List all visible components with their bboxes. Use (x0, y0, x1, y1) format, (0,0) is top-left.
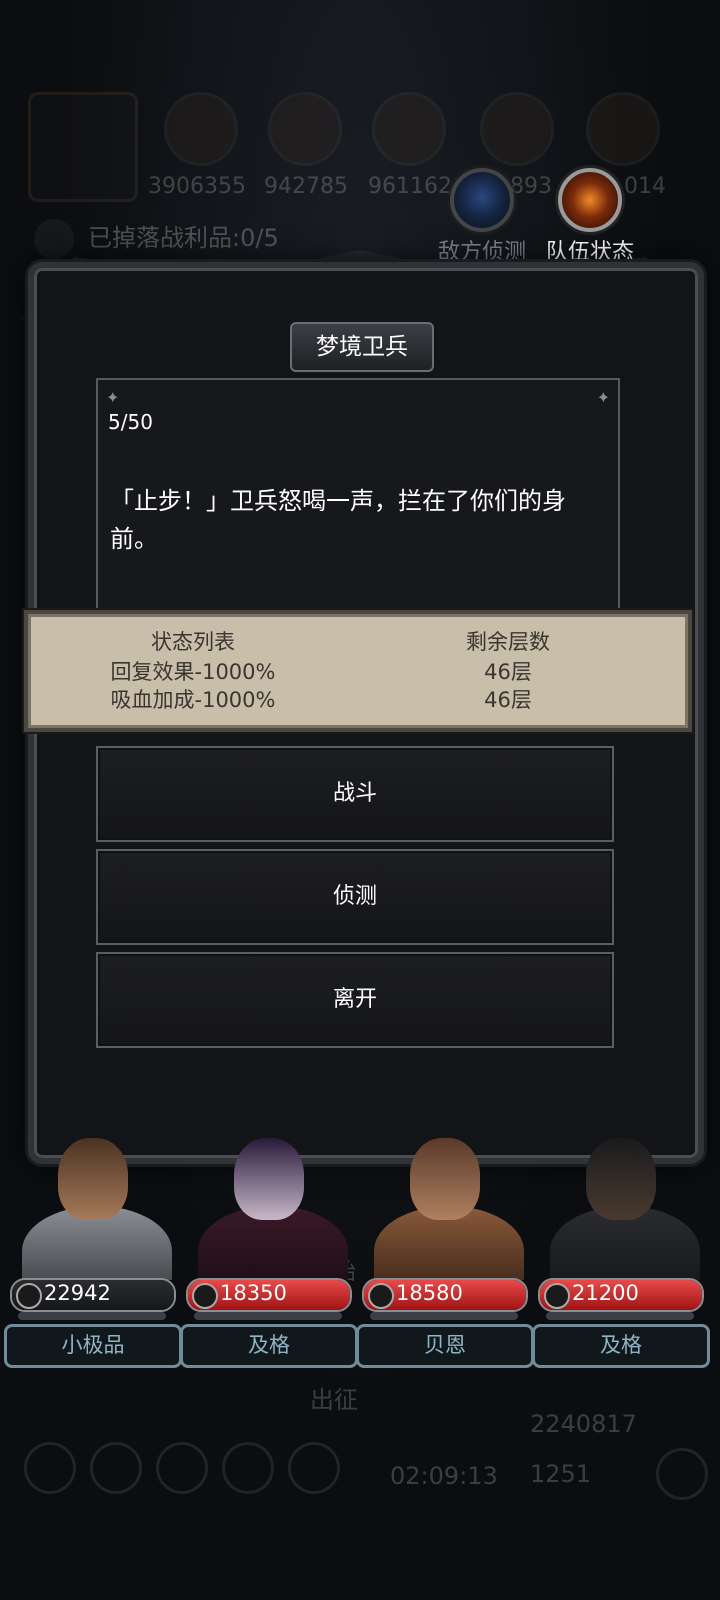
hero-portrait (184, 1120, 352, 1280)
hero-name-button[interactable]: 及格 (180, 1324, 358, 1368)
gold-amount: 2240817 (530, 1410, 637, 1438)
hero-card[interactable]: 18350 及格 (180, 1120, 358, 1370)
loot-icon (34, 219, 74, 259)
hero-card[interactable]: 18580 贝恩 (356, 1120, 534, 1370)
menu-icon (288, 1442, 340, 1494)
event-progress: 5/50 (108, 410, 153, 434)
status-name: 回复效果-1000% (110, 660, 276, 684)
blood-drop-icon (368, 1283, 394, 1309)
energy-bar (546, 1312, 694, 1320)
flame-icon (558, 168, 622, 232)
star-ornament-icon: ✦ (596, 388, 610, 407)
hp-value: 22942 (44, 1281, 111, 1305)
leave-button[interactable]: 离开 (96, 952, 614, 1048)
event-description-box: ✦ ✦ 5/50 「止步！」卫兵怒喝一声，拦在了你们的身前。 (96, 378, 620, 618)
energy-bar (194, 1312, 342, 1320)
gem-amount: 1251 (530, 1460, 592, 1488)
hero-name-button[interactable]: 贝恩 (356, 1324, 534, 1368)
blood-drop-icon (544, 1283, 570, 1309)
header-remaining-layers: 剩余层数 (466, 630, 550, 654)
team-status-button[interactable]: 队伍状态 (546, 168, 634, 266)
status-table: 状态列表 剩余层数 回复效果-1000% 46层 吸血加成-1000% 46层 (24, 610, 692, 732)
hero-portrait (8, 1120, 176, 1280)
hero-portrait (360, 1120, 528, 1280)
hero-name-button[interactable]: 小极品 (4, 1324, 182, 1368)
energy-bar (18, 1312, 166, 1320)
timer: 02:09:13 (390, 1462, 498, 1490)
event-title: 梦境卫兵 (290, 322, 434, 372)
status-layers: 46层 (484, 688, 532, 712)
status-name: 吸血加成-1000% (110, 688, 276, 712)
hp-bar: 22942 (10, 1278, 176, 1312)
menu-icon (24, 1442, 76, 1494)
hero-portrait (536, 1120, 704, 1280)
hero-card[interactable]: 21200 及格 (532, 1120, 710, 1370)
deploy-label: 出征 (310, 1386, 358, 1414)
hp-bar: 18350 (186, 1278, 352, 1312)
settings-icon (656, 1448, 708, 1500)
hp-bar: 21200 (538, 1278, 704, 1312)
fight-button[interactable]: 战斗 (96, 746, 614, 842)
hero-card[interactable]: 22942 小极品 (4, 1120, 182, 1370)
enemy-scout-button[interactable]: 敌方侦测 (438, 168, 526, 266)
energy-bar (370, 1312, 518, 1320)
blood-drop-icon (16, 1283, 42, 1309)
resource-icon (164, 92, 238, 166)
hp-value: 18350 (220, 1281, 287, 1305)
blood-drop-icon (192, 1283, 218, 1309)
loot-counter: 已掉落战利品:0/5 (34, 218, 279, 259)
resource-value: 3906355 (148, 174, 246, 199)
header-status-list: 状态列表 (151, 630, 235, 654)
event-text: 「止步！」卫兵怒喝一声，拦在了你们的身前。 (110, 487, 566, 553)
radar-icon (450, 168, 514, 232)
hero-name-button[interactable]: 及格 (532, 1324, 710, 1368)
menu-icon (90, 1442, 142, 1494)
resource-icon (480, 92, 554, 166)
star-ornament-icon: ✦ (106, 388, 120, 407)
hp-value: 18580 (396, 1281, 463, 1305)
equipment-slot (28, 92, 138, 202)
hp-bar: 18580 (362, 1278, 528, 1312)
hp-value: 21200 (572, 1281, 639, 1305)
scout-button[interactable]: 侦测 (96, 849, 614, 945)
menu-icon (156, 1442, 208, 1494)
menu-icon (222, 1442, 274, 1494)
resource-icon (586, 92, 660, 166)
resource-icon (268, 92, 342, 166)
status-layers: 46层 (484, 660, 532, 684)
resource-icon (372, 92, 446, 166)
resource-value: 942785 (264, 174, 348, 199)
